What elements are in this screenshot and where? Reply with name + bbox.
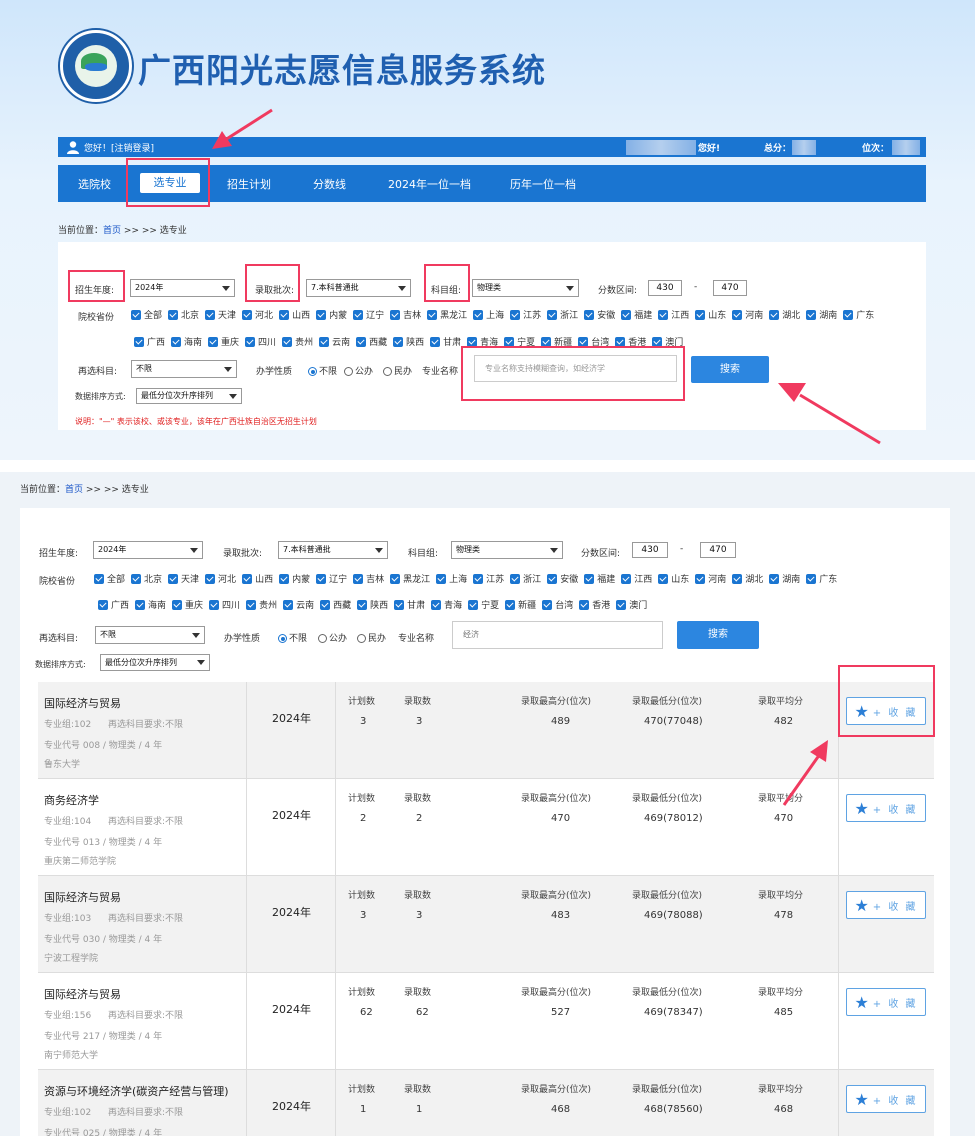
annotation-arrow-fav bbox=[782, 740, 828, 806]
annotation-arrows bbox=[212, 108, 881, 445]
bottom-screenshot: 当前位置：首页 >> >> 选专业 招生年度: 2024年 录取批次: 7.本科… bbox=[0, 472, 975, 1136]
top-screenshot: 广西阳光志愿信息服务系统 您好！[注销登录] 您好! 总分： 位次： 选院校 选… bbox=[0, 0, 975, 460]
